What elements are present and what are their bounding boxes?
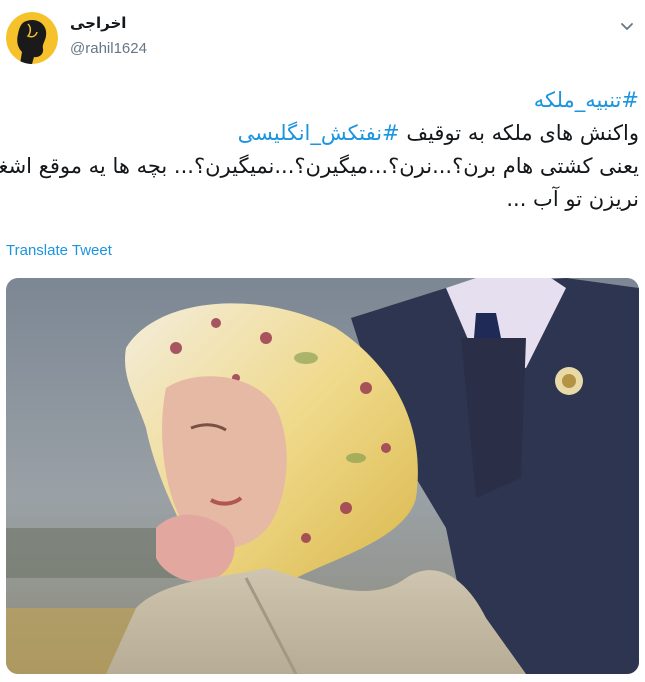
tweet-header: اخراجی @rahil1624 [0,0,645,80]
avatar[interactable] [6,12,58,64]
tweet-text: #تنبیه_ملکه واکنش های ملکه به توقیف #نفت… [0,84,639,216]
hashtag-link[interactable]: #نفتکش_انگلیسی [238,121,400,145]
silhouette-avatar-icon [6,12,58,64]
display-name[interactable]: اخراجی [70,14,126,32]
chevron-down-icon[interactable] [619,18,635,34]
tweet-photo[interactable] [6,278,639,674]
photo-illustration [6,278,639,674]
tweet-line-3: یعنی کشتی هام برن؟...نرن؟...میگیرن؟...نم… [0,154,639,178]
hashtag-link[interactable]: #تنبیه_ملکه [534,88,639,112]
translate-tweet-link[interactable]: Translate Tweet [6,242,112,259]
tweet-line-4: نریزن تو آب ... [506,187,639,211]
user-handle[interactable]: @rahil1624 [70,40,147,57]
tweet-line-2: واکنش های ملکه به توقیف #نفتکش_انگلیسی [8,117,639,150]
tweet-line-2-text: واکنش های ملکه به توقیف [399,121,639,145]
tweet-line-1: #تنبیه_ملکه [8,84,639,117]
